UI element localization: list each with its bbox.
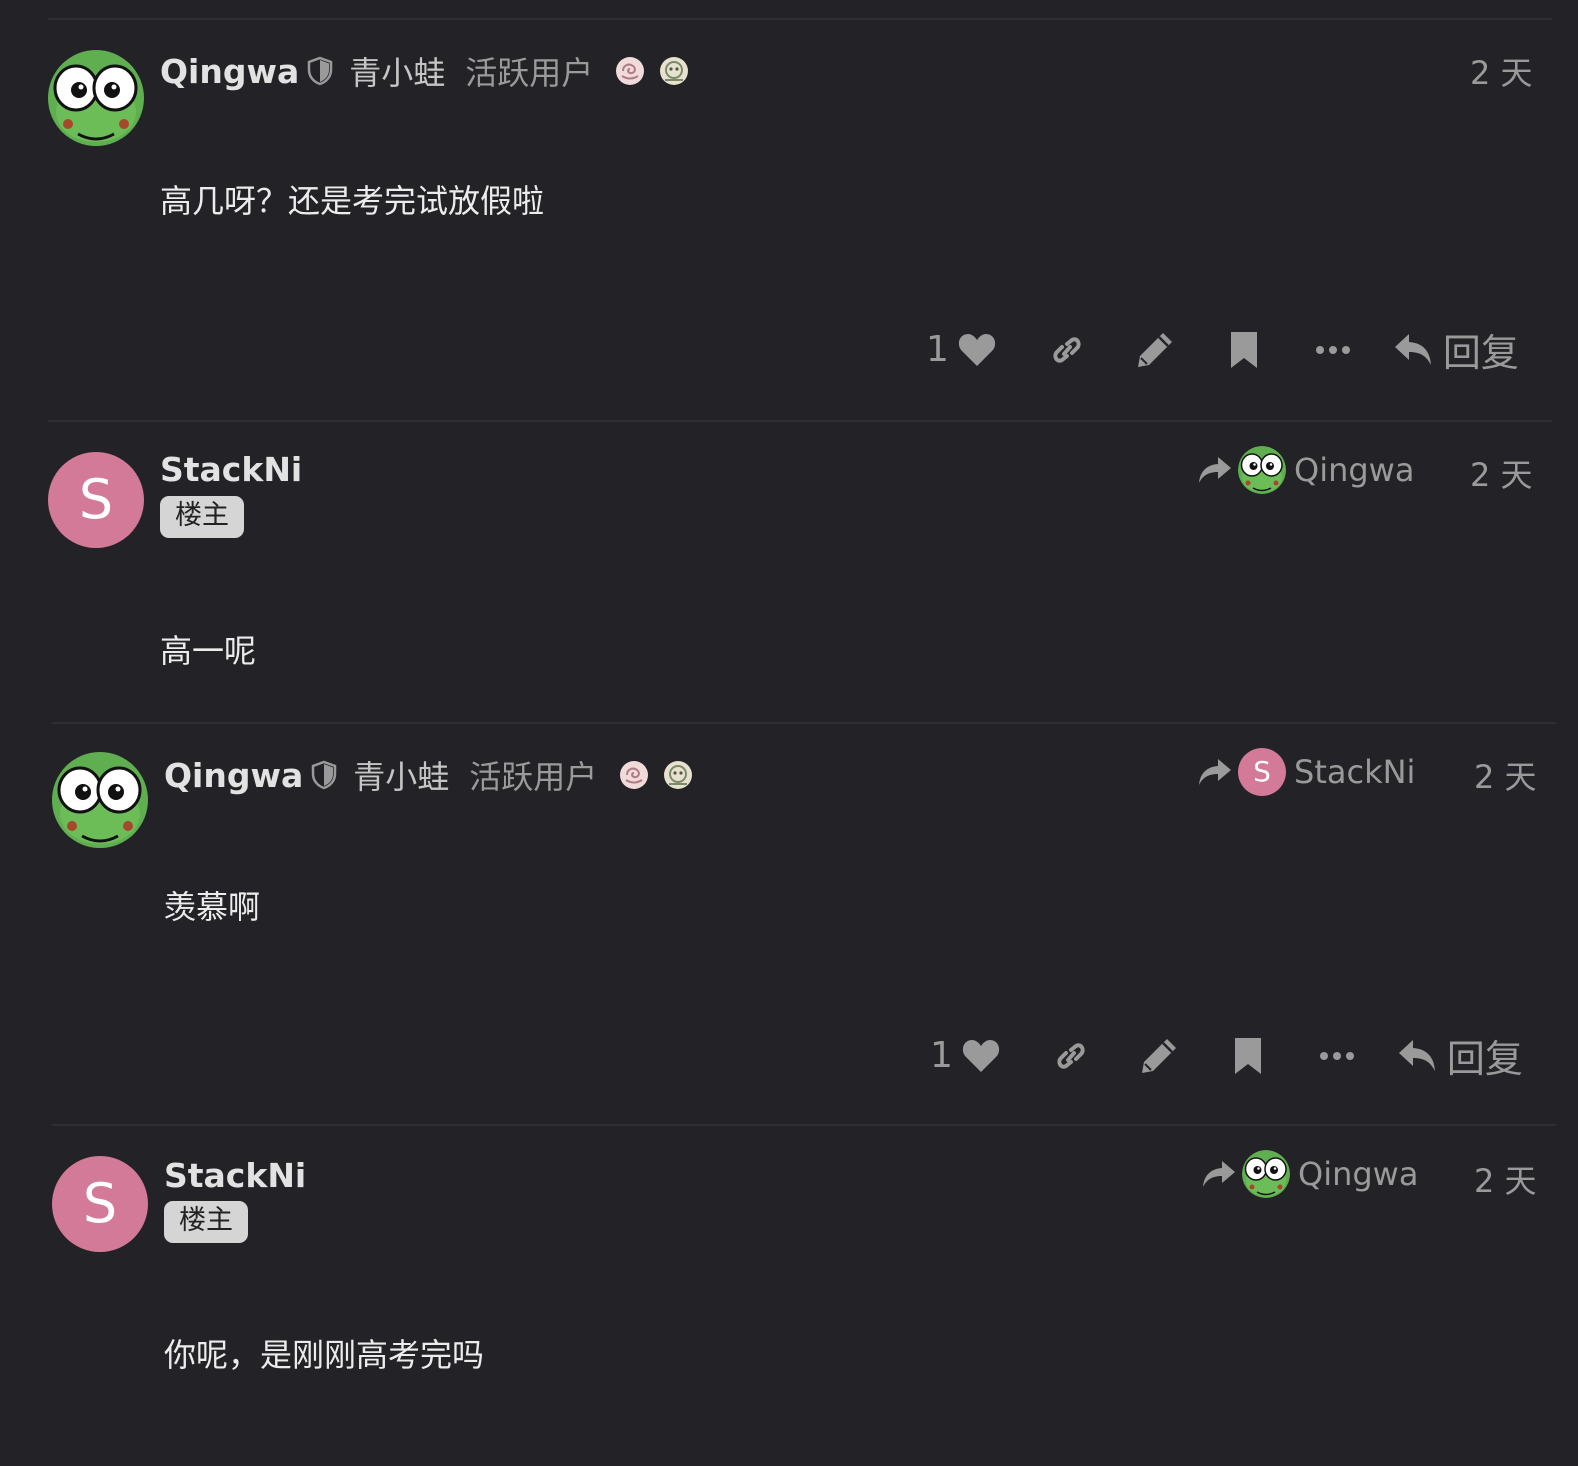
badge-icon[interactable] [659,56,689,86]
user-avatar-qingwa[interactable] [52,752,148,848]
reply-to[interactable]: S StackNi [1198,748,1415,796]
like-count[interactable]: 1 [926,329,949,370]
full-name[interactable]: 青小蛙 [353,752,449,798]
like-count[interactable]: 1 [930,1035,953,1076]
frog-avatar-icon [48,50,144,146]
post-divider [52,722,1556,724]
post-actions: 1 回复 [930,1028,1523,1083]
post-date[interactable]: 2 天 [1470,450,1533,496]
post-date[interactable]: 2 天 [1470,48,1533,94]
post-date[interactable]: 2 天 [1474,1156,1537,1202]
reply-to[interactable]: Qingwa [1198,446,1414,494]
link-icon[interactable] [1051,1038,1091,1074]
link-icon[interactable] [1047,332,1087,368]
frog-avatar-icon [1238,446,1286,494]
heart-icon[interactable] [961,1038,1001,1074]
user-title: 活跃用户 [469,758,598,796]
heart-icon[interactable] [957,332,997,368]
reply-to[interactable]: Qingwa [1202,1150,1418,1198]
user-avatar-qingwa[interactable] [48,50,144,146]
reply-arrow-icon [1394,333,1431,365]
op-tag: 楼主 [160,496,244,538]
bookmark-icon[interactable] [1233,1036,1263,1076]
post-content: 高几呀？还是考完试放假啦 [160,182,545,220]
reply-label: 回复 [1446,1037,1523,1081]
reply-arrow-icon [1398,1039,1435,1071]
post-divider [52,1124,1556,1126]
reply-button[interactable]: 回复 [1397,1028,1523,1083]
reply-to-name: StackNi [1294,753,1416,791]
shield-icon [308,56,333,86]
post-divider [48,420,1552,422]
share-arrow-icon [1202,1159,1236,1189]
post-content: 你呢，是刚刚高考完吗 [164,1336,485,1374]
post-actions: 1 回复 [926,322,1519,377]
username[interactable]: Qingwa [164,756,303,795]
reply-label: 回复 [1442,331,1519,375]
share-arrow-icon [1198,455,1232,485]
post-meta: StackNi [164,1156,306,1195]
ellipsis-icon[interactable] [1319,1051,1355,1061]
full-name[interactable]: 青小蛙 [349,48,445,94]
badge-icon[interactable] [663,760,693,790]
pencil-icon[interactable] [1135,330,1175,370]
frog-avatar-icon [1242,1150,1290,1198]
post-meta: StackNi [160,450,302,489]
op-tag: 楼主 [164,1201,248,1243]
user-title: 活跃用户 [465,54,594,92]
username[interactable]: StackNi [164,1156,306,1195]
top-divider [48,18,1552,20]
bookmark-icon[interactable] [1229,330,1259,370]
post-meta: Qingwa 青小蛙 活跃用户 [164,752,693,798]
share-arrow-icon [1198,757,1232,787]
reply-to-name: Qingwa [1294,451,1415,489]
user-avatar-stackni[interactable]: S [48,452,144,548]
ellipsis-icon[interactable] [1315,345,1351,355]
pencil-icon[interactable] [1139,1036,1179,1076]
shield-icon [312,760,337,790]
post-content: 高一呢 [160,632,257,670]
reply-button[interactable]: 回复 [1393,322,1519,377]
username[interactable]: StackNi [160,450,302,489]
user-avatar-stackni[interactable]: S [52,1156,148,1252]
username[interactable]: Qingwa [160,52,299,91]
badge-icon[interactable] [619,760,649,790]
post-meta: Qingwa 青小蛙 活跃用户 [160,48,689,94]
post-content: 羡慕啊 [164,888,261,926]
mini-avatar-stackni: S [1238,748,1286,796]
badge-icon[interactable] [615,56,645,86]
post-date[interactable]: 2 天 [1474,752,1537,798]
reply-to-name: Qingwa [1298,1155,1419,1193]
frog-avatar-icon [52,752,148,848]
